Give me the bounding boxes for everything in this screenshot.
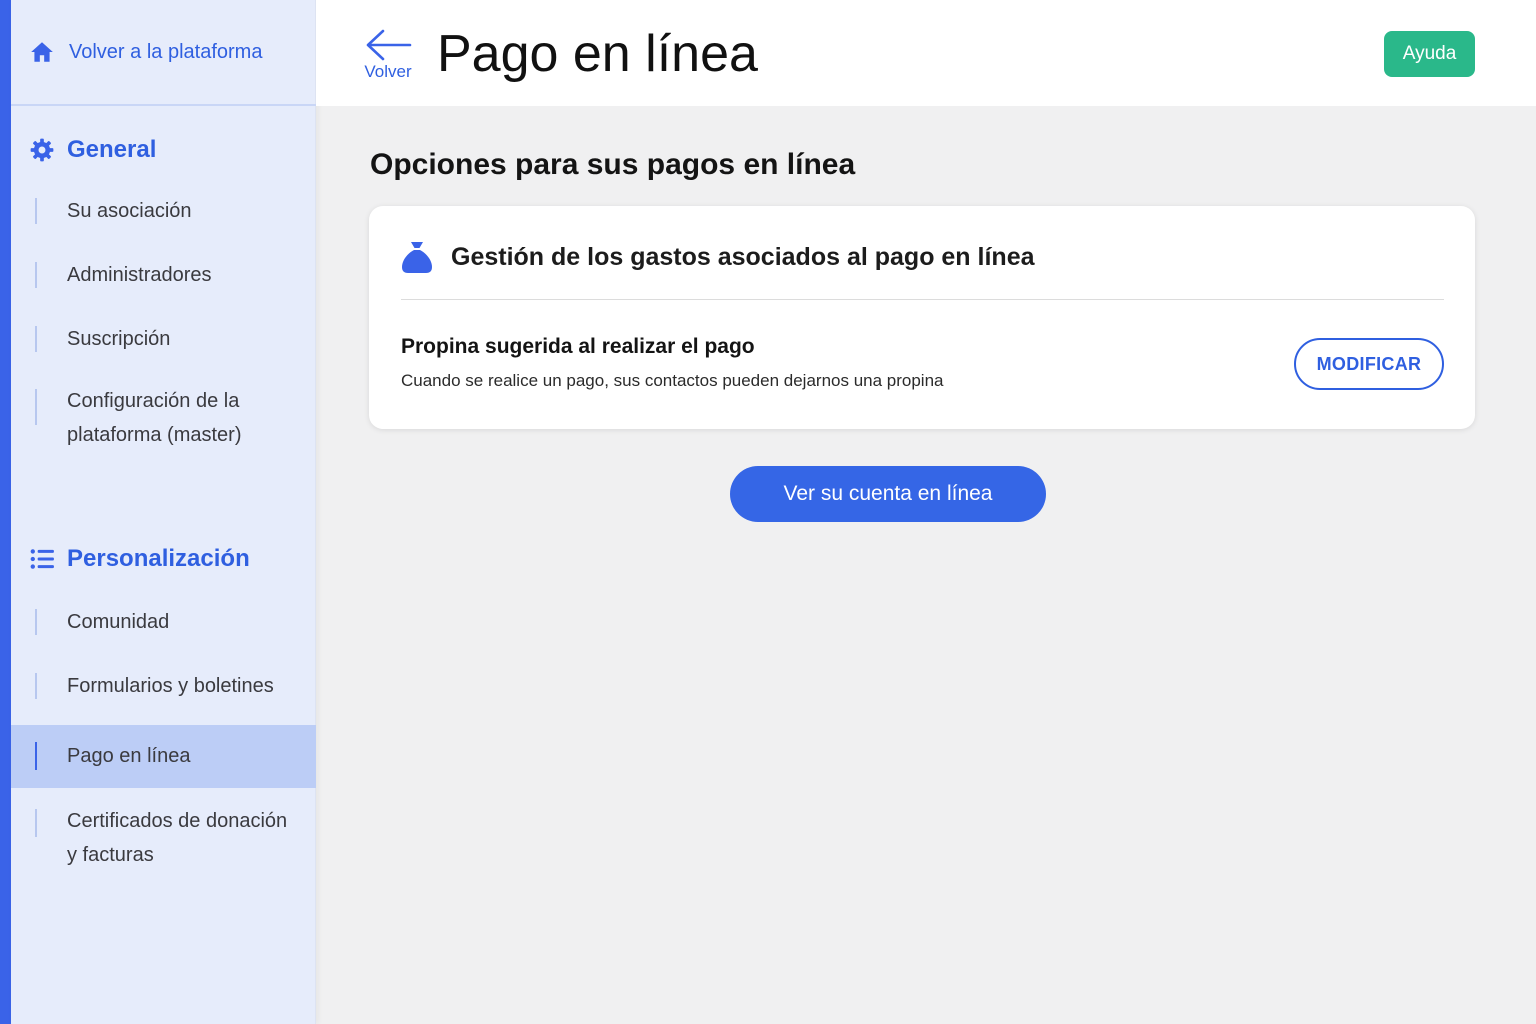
sidebar: Volver a la plataforma General Su asocia…	[11, 0, 316, 1024]
card-title: Gestión de los gastos asociados al pago …	[451, 242, 1035, 271]
sidebar-item-label: Certificados de donación y facturas	[67, 810, 288, 866]
nav-tick	[35, 809, 37, 837]
sidebar-item-certificados[interactable]: Certificados de donación y facturas	[11, 804, 316, 872]
app-window: Volver a la plataforma General Su asocia…	[0, 0, 1536, 1024]
back-to-platform-link[interactable]: Volver a la plataforma	[11, 0, 316, 106]
setting-description: Cuando se realice un pago, sus contactos…	[401, 371, 944, 390]
page-title: Pago en línea	[437, 25, 758, 83]
sidebar-item-label: Su asociación	[67, 200, 192, 222]
sidebar-item-su-asociacion[interactable]: Su asociación	[11, 194, 316, 228]
sidebar-item-label: Pago en línea	[67, 745, 191, 767]
nav-tick	[35, 262, 37, 288]
nav-tick	[35, 609, 37, 635]
gear-icon	[30, 138, 54, 162]
sidebar-item-suscripcion[interactable]: Suscripción	[11, 322, 316, 356]
back-button[interactable]: Volver	[362, 28, 414, 84]
nav-tick	[35, 389, 37, 425]
sidebar-item-pago-en-linea[interactable]: Pago en línea	[11, 725, 316, 788]
sidebar-item-label: Configuración de la plataforma (master)	[67, 390, 242, 446]
sidebar-item-label: Formularios y boletines	[67, 675, 274, 697]
nav-tick	[35, 673, 37, 699]
sidebar-item-administradores[interactable]: Administradores	[11, 258, 316, 292]
card-divider	[401, 299, 1444, 300]
sidebar-item-comunidad[interactable]: Comunidad	[11, 605, 316, 639]
nav-tick	[35, 198, 37, 224]
nav-tick	[35, 326, 37, 352]
section-personalizacion: Personalización	[29, 545, 250, 573]
back-to-platform-label: Volver a la plataforma	[69, 40, 263, 63]
money-bag-icon	[402, 242, 432, 273]
sidebar-accent-bar	[0, 0, 11, 1024]
sidebar-item-label: Comunidad	[67, 611, 170, 633]
card-header: Gestión de los gastos asociados al pago …	[401, 240, 1035, 274]
setting-title: Propina sugerida al realizar el pago	[401, 335, 755, 358]
section-personalizacion-title: Personalización	[67, 545, 250, 572]
help-button[interactable]: Ayuda	[1384, 31, 1475, 77]
section-title: Opciones para sus pagos en línea	[370, 148, 856, 181]
payment-fees-card: Gestión de los gastos asociados al pago …	[369, 206, 1475, 429]
page-header: Volver Pago en línea Ayuda	[316, 0, 1536, 106]
list-icon	[30, 549, 54, 569]
sidebar-item-configuracion[interactable]: Configuración de la plataforma (master)	[11, 384, 316, 452]
arrow-left-icon	[366, 29, 412, 61]
sidebar-item-formularios[interactable]: Formularios y boletines	[11, 669, 316, 703]
nav-tick	[35, 742, 37, 770]
home-icon	[31, 42, 53, 62]
section-general: General	[29, 136, 156, 164]
section-general-title: General	[67, 136, 157, 163]
modify-button[interactable]: MODIFICAR	[1294, 338, 1444, 390]
sidebar-item-label: Suscripción	[67, 328, 171, 350]
view-account-button[interactable]: Ver su cuenta en línea	[730, 466, 1046, 522]
back-label: Volver	[364, 62, 412, 81]
sidebar-item-label: Administradores	[67, 264, 212, 286]
